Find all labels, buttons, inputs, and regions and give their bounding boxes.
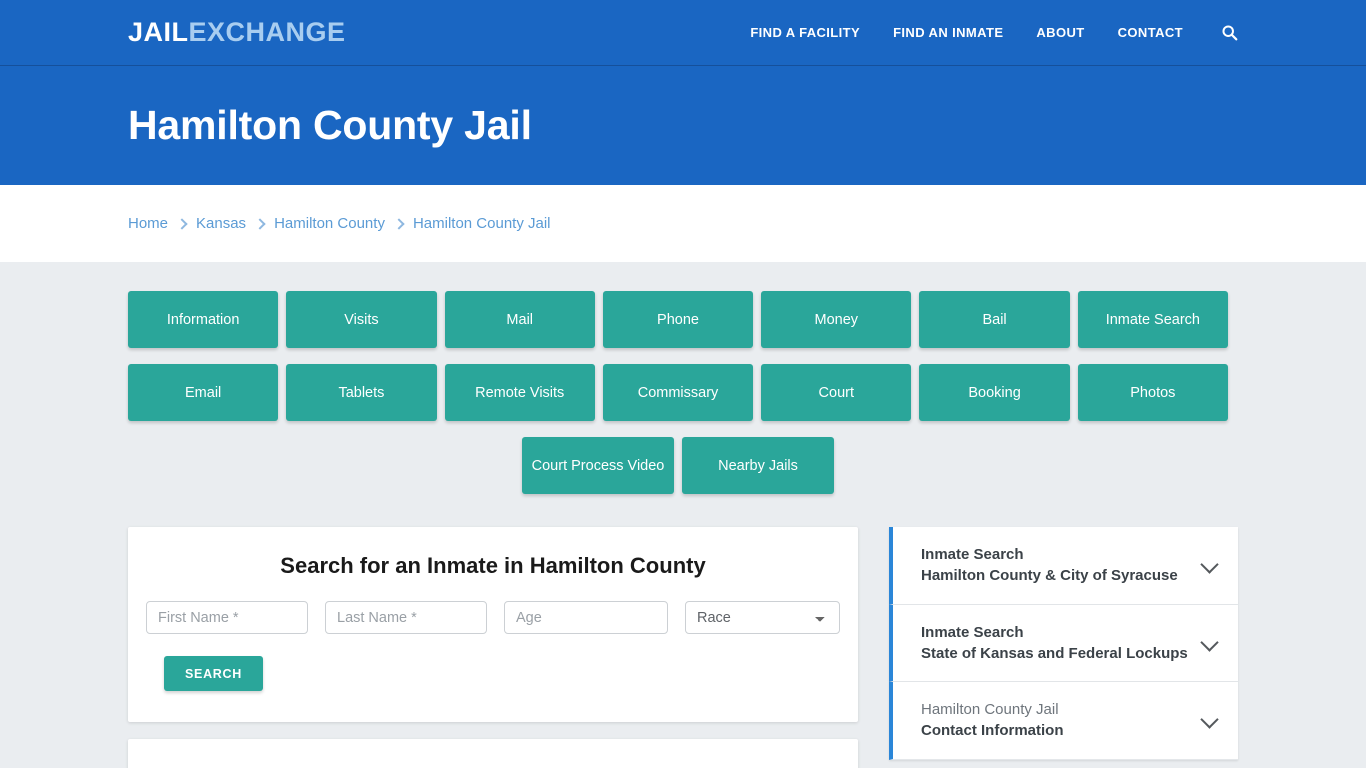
facility-button-phone[interactable]: Phone <box>602 291 754 348</box>
search-card-title: Search for an Inmate in Hamilton County <box>280 553 706 578</box>
facility-button-booking[interactable]: Booking <box>919 364 1070 421</box>
accordion-item-line1: Hamilton County Jail <box>921 701 1059 719</box>
facility-button-visits[interactable]: Visits <box>286 291 437 348</box>
facility-button-email[interactable]: Email <box>128 364 279 421</box>
facility-button-tablets[interactable]: Tablets <box>286 364 437 421</box>
facility-button-court-process-video[interactable]: Court Process Video <box>522 437 674 494</box>
accordion-item-line2: Hamilton County & City of Syracuse <box>921 567 1178 585</box>
facility-button-information[interactable]: Information <box>128 291 279 348</box>
age-input[interactable] <box>504 601 668 634</box>
accordion-item-contact-information[interactable]: Hamilton County Jail Contact Information <box>889 682 1238 760</box>
search-icon[interactable] <box>1221 24 1238 41</box>
main-navigation: FIND A FACILITY FIND AN INMATE ABOUT CON… <box>750 24 1238 41</box>
race-select[interactable]: Race <box>685 601 840 634</box>
page-body: Information Visits Mail Phone Money Bail… <box>0 262 1366 768</box>
facility-button-inmate-search[interactable]: Inmate Search <box>1077 291 1228 348</box>
facility-button-mail[interactable]: Mail <box>444 291 595 348</box>
facility-button-money[interactable]: Money <box>761 291 912 348</box>
chevron-right-icon <box>176 217 188 230</box>
nav-item-find-an-inmate[interactable]: FIND AN INMATE <box>893 25 1003 40</box>
search-fields-row: Race <box>146 601 840 634</box>
nav-item-find-a-facility[interactable]: FIND A FACILITY <box>750 25 860 40</box>
search-button[interactable]: SEARCH <box>164 656 263 691</box>
facility-button-commissary[interactable]: Commissary <box>602 364 754 421</box>
chevron-down-icon[interactable] <box>1202 557 1218 573</box>
facility-nav-row-1: Information Visits Mail Phone Money Bail… <box>128 291 1228 348</box>
chevron-right-icon <box>254 217 266 230</box>
chevron-down-icon[interactable] <box>1202 712 1218 728</box>
facility-nav-row-2: Email Tablets Remote Visits Commissary C… <box>128 364 1228 421</box>
nav-item-about[interactable]: ABOUT <box>1036 25 1084 40</box>
nav-item-contact[interactable]: CONTACT <box>1118 25 1183 40</box>
breadcrumb-item-home[interactable]: Home <box>128 215 168 232</box>
sidebar: Inmate Search Hamilton County & City of … <box>889 527 1238 760</box>
facility-button-photos[interactable]: Photos <box>1077 364 1228 421</box>
first-name-input[interactable] <box>146 601 308 634</box>
chevron-right-icon <box>393 217 405 230</box>
accordion-item-line1: Inmate Search <box>921 623 1024 641</box>
accordion-item-inmate-search-county[interactable]: Inmate Search Hamilton County & City of … <box>889 527 1238 605</box>
accordion-item-line2: State of Kansas and Federal Lockups <box>921 644 1188 662</box>
chevron-down-icon[interactable] <box>1202 635 1218 651</box>
facility-button-nearby-jails[interactable]: Nearby Jails <box>682 437 834 494</box>
facility-nav-buttons: Information Visits Mail Phone Money Bail… <box>128 262 1228 502</box>
last-name-input[interactable] <box>325 601 487 634</box>
logo-text-secondary: EXCHANGE <box>188 17 346 47</box>
breadcrumb-bar: Home Kansas Hamilton County Hamilton Cou… <box>0 185 1366 262</box>
accordion-item-line1: Inmate Search <box>921 546 1024 563</box>
accordion-item-text: Inmate Search State of Kansas and Federa… <box>921 622 1190 665</box>
inmate-search-card: Search for an Inmate in Hamilton County … <box>128 527 858 722</box>
accordion-item-text: Hamilton County Jail Contact Information <box>921 699 1190 742</box>
page-title: Hamilton County Jail <box>128 102 532 148</box>
facility-button-remote-visits[interactable]: Remote Visits <box>444 364 595 421</box>
breadcrumb: Home Kansas Hamilton County Hamilton Cou… <box>128 215 551 232</box>
logo-text-primary: JAIL <box>128 17 189 47</box>
facility-nav-row-3: Court Process Video Nearby Jails <box>128 437 1228 494</box>
facility-button-bail[interactable]: Bail <box>919 291 1070 348</box>
main-column: Search for an Inmate in Hamilton County … <box>128 527 858 768</box>
content-columns: Search for an Inmate in Hamilton County … <box>128 527 1238 768</box>
breadcrumb-item-hamilton-county[interactable]: Hamilton County <box>274 215 385 232</box>
facility-button-court[interactable]: Court <box>761 364 912 421</box>
hero-banner: Hamilton County Jail <box>0 66 1366 185</box>
accordion-item-line2: Contact Information <box>921 722 1064 740</box>
breadcrumb-item-current[interactable]: Hamilton County Jail <box>413 215 551 232</box>
breadcrumb-item-kansas[interactable]: Kansas <box>196 215 246 232</box>
accordion-item-inmate-search-state[interactable]: Inmate Search State of Kansas and Federa… <box>889 604 1238 683</box>
site-header: JAILEXCHANGE FIND A FACILITY FIND AN INM… <box>0 0 1366 66</box>
jail-information-card: Hamilton County Jail Information <box>128 739 858 768</box>
site-logo[interactable]: JAILEXCHANGE <box>128 19 346 46</box>
sidebar-accordion: Inmate Search Hamilton County & City of … <box>889 527 1238 760</box>
accordion-item-text: Inmate Search Hamilton County & City of … <box>921 544 1190 587</box>
